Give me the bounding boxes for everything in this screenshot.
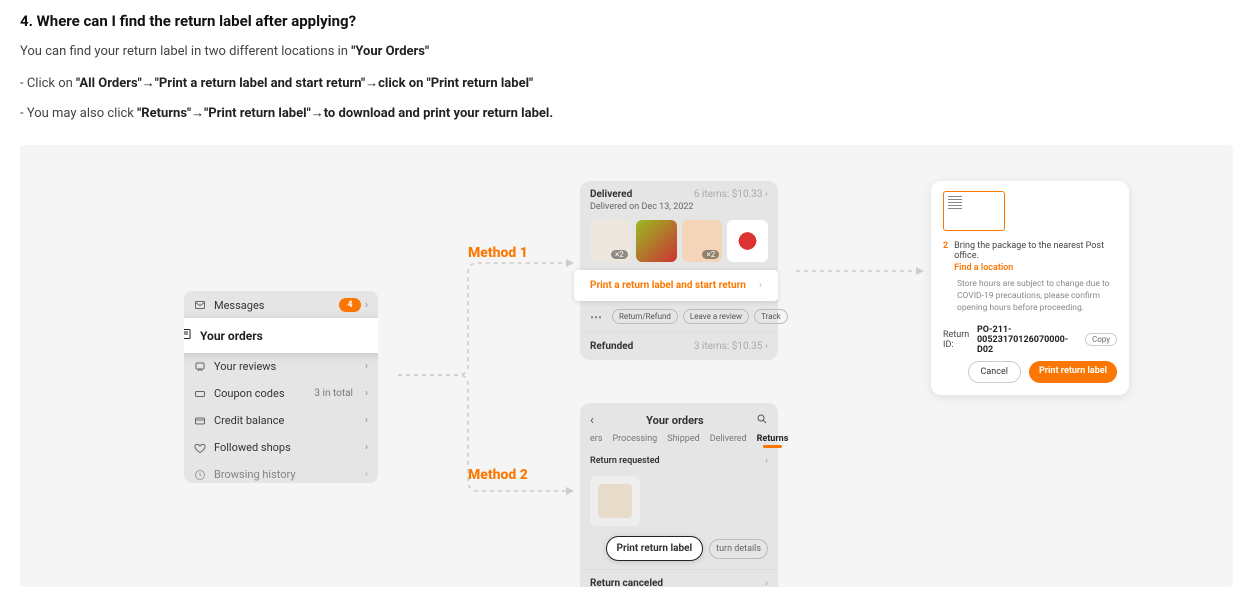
print-return-label-primary-button[interactable]: Print return label [1029, 361, 1117, 383]
faq-intro-bold: "Your Orders" [351, 44, 429, 59]
faq-heading: 4. Where can I find the return label aft… [20, 12, 1233, 30]
faq-intro: You can find your return label in two di… [20, 44, 1233, 59]
menu-browsing-history[interactable]: Browsing history › [184, 461, 378, 483]
tab-returns[interactable]: Returns [757, 434, 789, 444]
return-label-thumbnail[interactable] [943, 191, 1005, 231]
return-refund-button[interactable]: Return/Refund [612, 309, 678, 324]
faq-line1-prefix: - Click on [20, 76, 76, 91]
menu-followed-shops[interactable]: Followed shops › [184, 434, 378, 461]
coupon-icon [194, 388, 206, 400]
chevron-right-icon: › [763, 341, 768, 352]
product-thumbnails: ×2 ×2 [580, 220, 778, 270]
method-1-label: Method 1 [468, 245, 528, 261]
return-details-button-partial[interactable]: turn details [709, 539, 768, 559]
print-return-label-banner[interactable]: Print a return label and start return › [574, 270, 778, 301]
return-id-value: PO-211-00523170126070000-D02 [977, 325, 1079, 355]
leave-review-button[interactable]: Leave a review [683, 309, 749, 324]
menu-coupon-codes[interactable]: Coupon codes 3 in total › [184, 380, 378, 407]
thumb-qty: ×2 [702, 250, 719, 259]
step-2-number: 2 [943, 241, 948, 273]
product-thumb[interactable]: ×2 [590, 220, 631, 262]
menu-credit-balance[interactable]: Credit balance › [184, 407, 378, 434]
chevron-right-icon: › [365, 300, 368, 311]
menu-your-orders[interactable]: Your orders › [184, 318, 378, 353]
print-return-label-button[interactable]: Print return label [606, 536, 704, 561]
delivered-order-panel: Delivered 6 items: $10.33 › Delivered on… [580, 181, 778, 360]
messages-badge: 4 [339, 298, 361, 312]
account-menu-panel: Messages 4 › Your orders › Your reviews … [184, 291, 378, 483]
return-instructions-panel: 2 Bring the package to the nearest Post … [931, 181, 1129, 395]
return-requested-label: Return requested [590, 456, 660, 466]
refunded-label: Refunded [590, 341, 633, 352]
delivered-on: Delivered on Dec 13, 2022 [580, 202, 778, 220]
chevron-right-icon: › [765, 456, 768, 466]
menu-credit-balance-label: Credit balance [214, 414, 284, 427]
menu-messages[interactable]: Messages 4 › [184, 291, 378, 319]
arrow-to-method1 [398, 263, 578, 383]
product-thumb[interactable] [590, 476, 640, 526]
chevron-right-icon: › [365, 469, 368, 480]
find-location-link[interactable]: Find a location [954, 263, 1117, 273]
cancel-button[interactable]: Cancel [968, 361, 1021, 383]
chevron-right-icon: › [365, 361, 368, 372]
heart-icon [194, 442, 206, 454]
refunded-summary: 3 items: $10.35 [694, 341, 763, 352]
chevron-right-icon: › [365, 415, 368, 426]
tab-processing[interactable]: Processing [612, 434, 657, 444]
step-2-text: Bring the package to the nearest Post of… [954, 241, 1104, 261]
order-tabs: ers Processing Shipped Delivered Returns [580, 434, 778, 450]
faq-line1-bold: "All Orders"→"Print a return label and s… [76, 76, 533, 91]
product-thumb[interactable] [636, 220, 677, 262]
search-icon[interactable] [756, 413, 768, 428]
menu-messages-label: Messages [214, 299, 264, 312]
chevron-right-icon: › [763, 189, 768, 200]
store-hours-note: Store hours are subject to change due to… [957, 279, 1117, 315]
chevron-right-icon: › [365, 442, 368, 453]
tab-delivered[interactable]: Delivered [710, 434, 747, 444]
faq-line-1: - Click on "All Orders"→"Print a return … [20, 75, 1233, 91]
tab-shipped[interactable]: Shipped [667, 434, 699, 444]
track-button[interactable]: Track [754, 309, 788, 324]
faq-line-2: - You may also click "Returns"→"Print re… [20, 105, 1233, 121]
diagram-container: Method 1 Method 2 Messages 4 › Your [20, 145, 1233, 587]
menu-your-reviews-label: Your reviews [214, 360, 276, 373]
chevron-right-icon: › [765, 578, 768, 587]
product-thumb[interactable]: ×2 [682, 220, 723, 262]
product-thumb[interactable] [727, 220, 768, 262]
arrow-to-panel4 [796, 265, 926, 275]
return-id-label: Return ID: [943, 330, 971, 350]
history-icon [194, 469, 206, 481]
your-orders-returns-panel: ‹ Your orders ers Processing Shipped Del… [580, 403, 778, 587]
review-icon [194, 361, 206, 373]
credit-icon [194, 415, 206, 427]
chevron-right-icon: › [365, 388, 368, 399]
menu-coupon-codes-label: Coupon codes [214, 387, 285, 400]
method-2-label: Method 2 [468, 467, 528, 483]
chevron-right-icon: › [759, 280, 762, 291]
menu-coupon-subtext: 3 in total [314, 388, 353, 399]
delivered-items-summary: 6 items: $10.33 [694, 189, 763, 200]
tab-all-orders-partial[interactable]: ers [590, 434, 602, 444]
copy-button[interactable]: Copy [1085, 333, 1117, 346]
delivered-status: Delivered [590, 189, 632, 200]
orders-icon [184, 328, 192, 343]
menu-followed-shops-label: Followed shops [214, 441, 291, 454]
more-actions-icon[interactable]: ⋯ [590, 315, 602, 319]
menu-your-reviews[interactable]: Your reviews › [184, 353, 378, 380]
faq-intro-prefix: You can find your return label in two di… [20, 44, 351, 59]
menu-browsing-history-label: Browsing history [214, 468, 296, 481]
print-return-label-banner-text: Print a return label and start return [590, 280, 746, 291]
message-icon [194, 299, 206, 311]
menu-your-orders-label: Your orders [200, 329, 263, 343]
panel-title: Your orders [594, 414, 756, 427]
return-canceled-label: Return canceled [590, 578, 663, 587]
thumb-qty: ×2 [611, 250, 628, 259]
faq-line2-prefix: - You may also click [20, 106, 137, 121]
faq-line2-bold: "Returns"→"Print return label"→to downlo… [137, 106, 553, 121]
